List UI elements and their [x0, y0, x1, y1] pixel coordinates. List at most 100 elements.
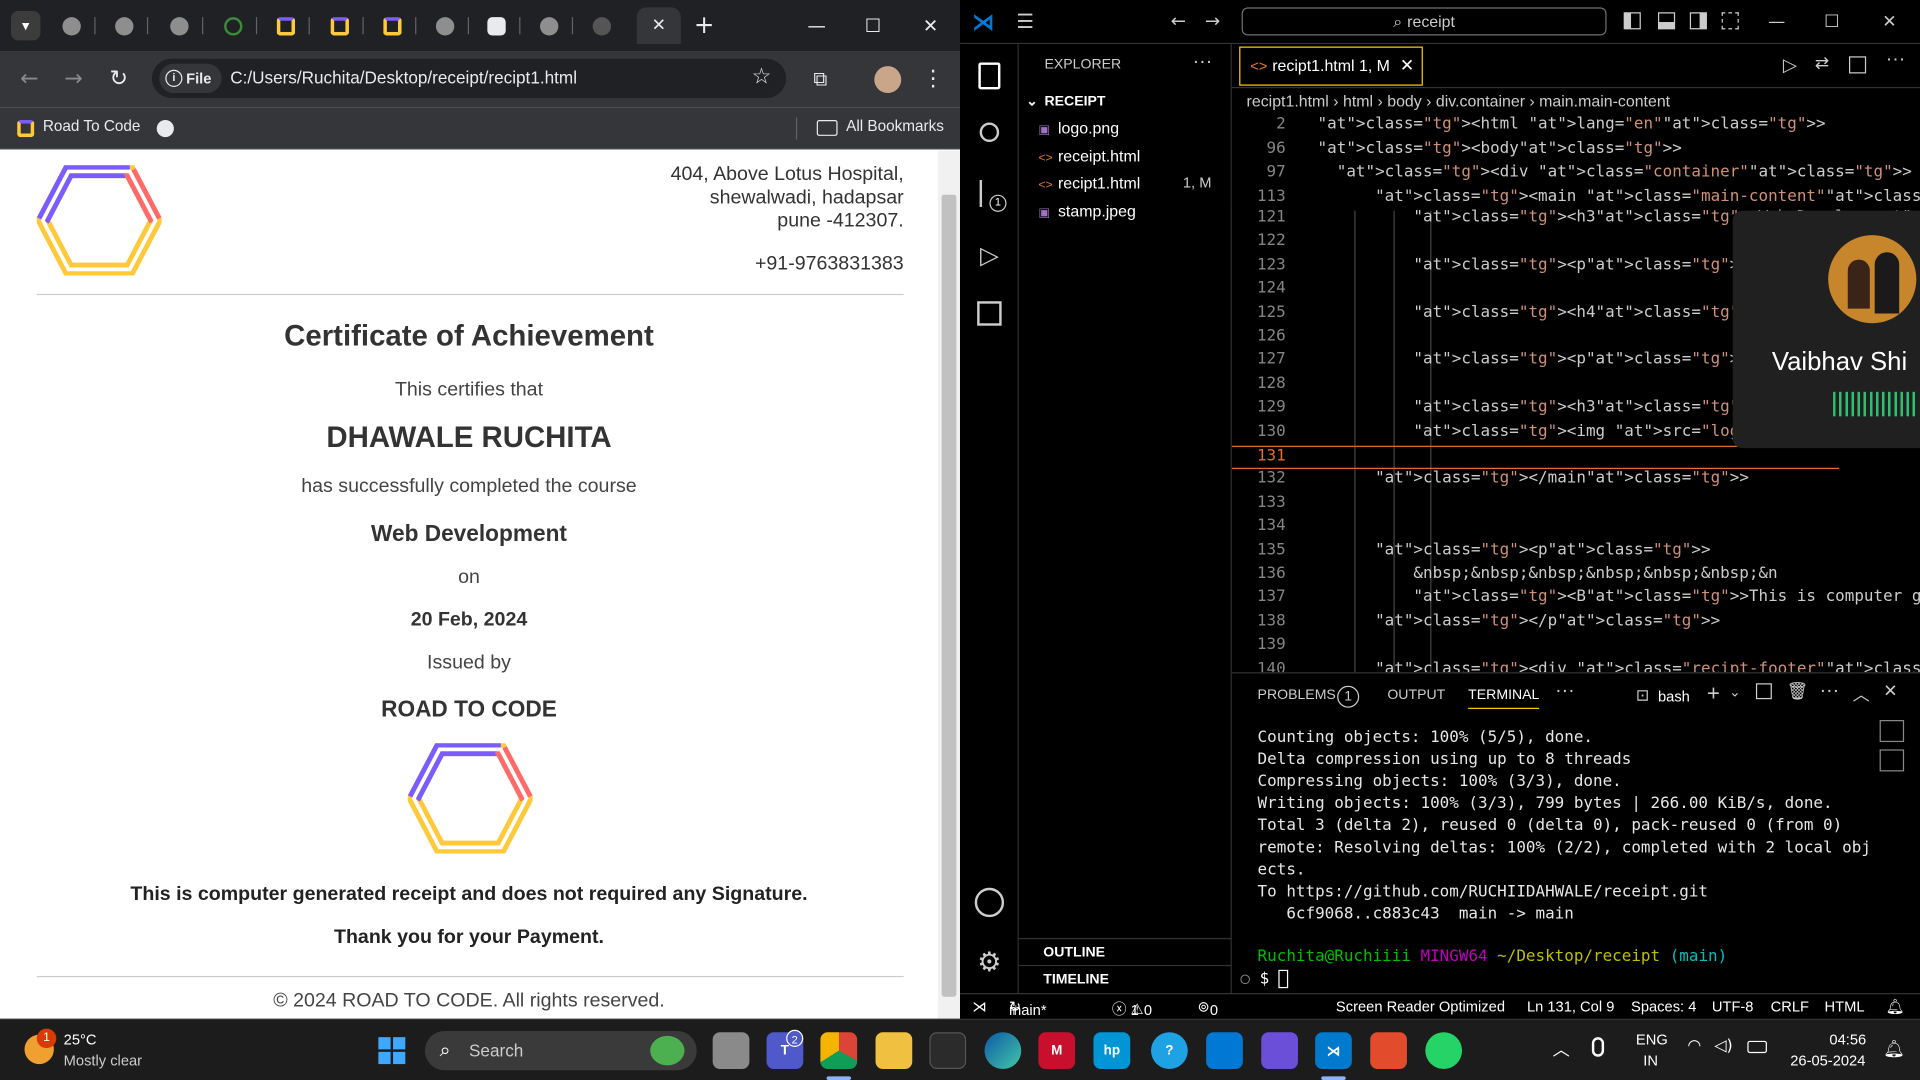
bookmark-road-to-code[interactable]: Road To Code — [43, 118, 141, 135]
terminal-input-line[interactable]: ○ $ — [1240, 969, 1289, 989]
help-icon[interactable]: ? — [1151, 1032, 1188, 1069]
task-view-icon[interactable] — [712, 1032, 750, 1069]
tab-8[interactable] — [420, 7, 469, 44]
breadcrumb-body[interactable]: body — [1387, 92, 1422, 110]
open-changes-icon[interactable]: ⇄ — [1815, 54, 1829, 74]
file-recipt1-html[interactable]: <> recipt1.html 1, M — [1038, 174, 1222, 192]
battery-icon[interactable] — [1747, 1040, 1767, 1054]
store-icon[interactable] — [929, 1032, 967, 1069]
screen-reader-status[interactable]: Screen Reader Optimized — [1336, 998, 1505, 1015]
close-editor-icon[interactable]: ✕ — [1400, 48, 1414, 85]
maximize-button[interactable]: ☐ — [855, 10, 892, 42]
breadcrumb-main[interactable]: main.main-content — [1539, 92, 1670, 110]
weather-temp[interactable]: 25°C — [64, 1031, 97, 1048]
vscode-close-button[interactable]: ✕ — [1872, 9, 1906, 36]
tray-chevron-icon[interactable]: ︿ — [1553, 1037, 1570, 1061]
panel-more-icon[interactable]: ··· — [1555, 681, 1575, 703]
terminal-output[interactable]: Counting objects: 100% (5/5), done. Delta… — [1258, 727, 1871, 947]
git-icon[interactable] — [1370, 1032, 1407, 1069]
cursor-position[interactable]: Ln 131, Col 9 — [1527, 998, 1614, 1015]
close-tab-icon[interactable]: ✕ — [652, 16, 666, 36]
breadcrumb-container[interactable]: div.container — [1436, 92, 1525, 110]
outline-section[interactable]: OUTLINE — [1018, 937, 1232, 965]
sticky-code-line[interactable]: 96 "at">class="tg"><body"at">class="tg">> — [1231, 138, 1920, 163]
close-window-button[interactable]: ✕ — [912, 10, 949, 42]
folder-chevron-icon[interactable]: ⌄ — [1026, 92, 1038, 109]
tab-output[interactable]: OUTPUT — [1387, 688, 1445, 703]
workspace-folder[interactable]: RECEIPT — [1044, 94, 1105, 109]
vscode-minimize-button[interactable]: — — [1760, 9, 1794, 36]
app-icon[interactable] — [1206, 1032, 1243, 1069]
trash-icon[interactable]: 🗑 — [1787, 682, 1809, 702]
terminal-instance-icon[interactable] — [1879, 749, 1905, 772]
branch-status[interactable]: ⑂ main* ↻ — [1009, 998, 1047, 1019]
code-line[interactable]: 133 — [1232, 493, 1839, 517]
whatsapp-icon[interactable] — [1425, 1032, 1463, 1069]
notification-bell-icon[interactable]: 🔔︎ — [1883, 1040, 1905, 1060]
split-terminal-icon[interactable] — [1755, 683, 1772, 700]
nav-forward-icon[interactable]: → — [1205, 10, 1220, 32]
menu-hamburger-icon[interactable]: ☰ — [1016, 10, 1034, 33]
file-stamp-jpeg[interactable]: ▣ stamp.jpeg — [1038, 202, 1135, 220]
command-center-search[interactable]: ⌕ receipt — [1241, 7, 1607, 36]
tab-active[interactable]: ✕ — [636, 7, 681, 45]
maximize-panel-icon[interactable]: ︿ — [1853, 682, 1870, 706]
edge-icon[interactable] — [984, 1032, 1022, 1069]
sticky-code-line[interactable]: 113 "at">class="tg"><main "at">class="ma… — [1231, 186, 1920, 211]
file-logo-png[interactable]: ▣ logo.png — [1038, 119, 1119, 137]
tab-1[interactable] — [47, 7, 96, 44]
remote-icon[interactable]: ⋊ — [972, 998, 987, 1015]
volume-icon[interactable]: ◁) — [1714, 1037, 1732, 1055]
vscode-taskbar-icon[interactable]: ⋊ — [1315, 1032, 1352, 1069]
run-debug-icon[interactable]: ▷ — [960, 228, 1019, 282]
timeline-section[interactable]: TIMELINE — [1018, 964, 1232, 992]
code-line[interactable]: 131 — [1231, 445, 1840, 470]
extensions-icon[interactable]: ⧉ — [803, 62, 837, 96]
manage-gear-icon[interactable]: ⚙ — [960, 936, 1019, 990]
code-line[interactable]: 139 — [1232, 636, 1839, 660]
tab-11[interactable] — [577, 7, 626, 44]
hp-icon[interactable]: hp — [1093, 1032, 1131, 1069]
tab-10[interactable] — [524, 7, 574, 44]
close-panel-icon[interactable]: ✕ — [1883, 682, 1897, 702]
nav-back-icon[interactable]: ← — [1171, 10, 1186, 32]
new-terminal-icon[interactable]: + — [1707, 681, 1720, 707]
code-line[interactable]: 138 "at">class="tg"></p"at">class="tg">> — [1232, 612, 1839, 636]
accounts-icon[interactable] — [960, 876, 1019, 930]
toggle-secondary-sidebar-icon[interactable] — [1689, 12, 1707, 30]
tab-6[interactable] — [315, 7, 364, 44]
minimize-button[interactable]: — — [798, 10, 835, 42]
new-tab-button[interactable]: + — [692, 11, 716, 38]
code-line[interactable]: 132 "at">class="tg"></main"at">class="tg… — [1232, 469, 1839, 493]
language-mode[interactable]: HTML — [1825, 998, 1865, 1015]
file-explorer-icon[interactable] — [875, 1032, 913, 1069]
back-button[interactable]: ← — [12, 62, 46, 96]
ports-status[interactable]: ⊚ 0 — [1198, 998, 1219, 1019]
start-button[interactable] — [373, 1032, 410, 1069]
language-indicator[interactable]: ENG — [1636, 1031, 1668, 1048]
terminal-instance-icon[interactable] — [1879, 720, 1905, 743]
weather-desc[interactable]: Mostly clear — [64, 1052, 142, 1069]
explorer-icon[interactable] — [960, 49, 1019, 103]
tab-3[interactable] — [154, 7, 204, 44]
bookmark-star-icon[interactable]: ☆ — [752, 64, 772, 90]
editor-more-icon[interactable]: ··· — [1886, 49, 1906, 71]
toggle-sidebar-icon[interactable] — [1623, 12, 1641, 30]
reload-button[interactable]: ↻ — [102, 62, 136, 96]
explorer-more-icon[interactable]: ··· — [1193, 51, 1213, 73]
terminal-more-icon[interactable]: ··· — [1820, 681, 1840, 703]
tab-7[interactable] — [367, 7, 417, 44]
all-bookmarks-button[interactable]: All Bookmarks — [846, 118, 944, 135]
toggle-panel-icon[interactable] — [1657, 12, 1676, 30]
file-receipt-html[interactable]: <> receipt.html — [1038, 147, 1140, 165]
tab-2[interactable] — [99, 7, 149, 44]
wifi-icon[interactable]: ◠ — [1687, 1037, 1701, 1055]
taskbar-search[interactable]: ⌕ Search — [424, 1031, 697, 1071]
clock-date[interactable]: 26-05-2024 — [1790, 1052, 1865, 1069]
tab-9[interactable] — [471, 7, 521, 44]
forward-button[interactable]: → — [56, 62, 90, 96]
site-info-chip[interactable]: i File — [159, 63, 222, 94]
editor-tab-recipt1[interactable]: <> recipt1.html 1, M ✕ — [1239, 46, 1423, 86]
run-file-icon[interactable]: ▷ — [1783, 54, 1797, 76]
indentation-status[interactable]: Spaces: 4 — [1631, 998, 1696, 1015]
